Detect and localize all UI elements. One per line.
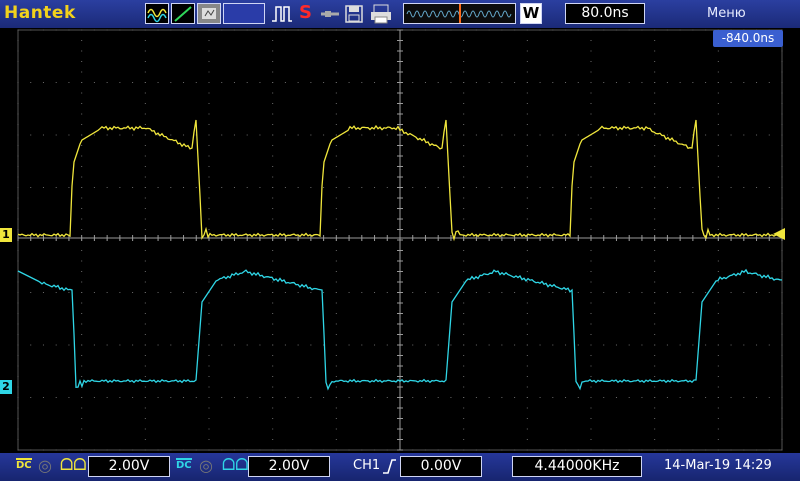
save-icon[interactable] <box>344 3 364 24</box>
ch2-bandwidth-icon: ᗝᗝ <box>222 455 249 474</box>
run-status-indicator[interactable]: S <box>299 2 312 23</box>
horizontal-position-readout[interactable]: -840.0ns <box>713 30 783 47</box>
reference-slot[interactable] <box>223 3 265 24</box>
trigger-level[interactable]: 0.00V <box>400 456 482 477</box>
ch1-ground-marker[interactable]: 1 <box>0 228 12 242</box>
ch2-coupling-label[interactable]: DC <box>176 458 192 471</box>
scope-screen <box>17 29 785 451</box>
ch2-ground-marker[interactable]: 2 <box>0 380 12 394</box>
bottom-status-bar: DC ◎ ᗝᗝ 2.00V DC ◎ ᗝᗝ 2.00V CH1 0.00V 4.… <box>0 452 800 481</box>
brand-logo: Hantek <box>4 3 76 23</box>
ch1-volts-div[interactable]: 2.00V <box>88 456 170 477</box>
top-toolbar: Hantek S W 80.0ns Меню <box>0 0 800 29</box>
menu-button[interactable]: Меню <box>707 6 746 21</box>
graticule <box>17 29 783 451</box>
print-icon[interactable] <box>369 3 393 24</box>
cursor-icon[interactable] <box>319 3 341 24</box>
timebase-readout[interactable]: 80.0ns <box>565 3 645 24</box>
math-icon[interactable] <box>197 3 221 24</box>
window-zoom-icon[interactable]: W <box>520 3 542 24</box>
ch2-ramp-icon[interactable] <box>171 3 195 24</box>
memory-position-bar[interactable] <box>403 3 516 24</box>
ch1-probe-icon: ◎ <box>38 456 52 475</box>
datetime: 14-Mar-19 14:29 <box>664 458 772 473</box>
ch1-coupling-label[interactable]: DC <box>16 458 32 471</box>
ch1-waveform-icon[interactable] <box>145 3 169 24</box>
ch2-volts-div[interactable]: 2.00V <box>248 456 330 477</box>
trigger-slope-icon[interactable] <box>381 457 397 479</box>
trigger-source[interactable]: CH1 <box>353 458 380 473</box>
rise-fall-icon[interactable] <box>270 3 294 24</box>
frequency-readout: 4.44000KHz <box>512 456 642 477</box>
ch2-probe-icon: ◎ <box>199 456 213 475</box>
ch1-bandwidth-icon: ᗝᗝ <box>60 455 87 474</box>
